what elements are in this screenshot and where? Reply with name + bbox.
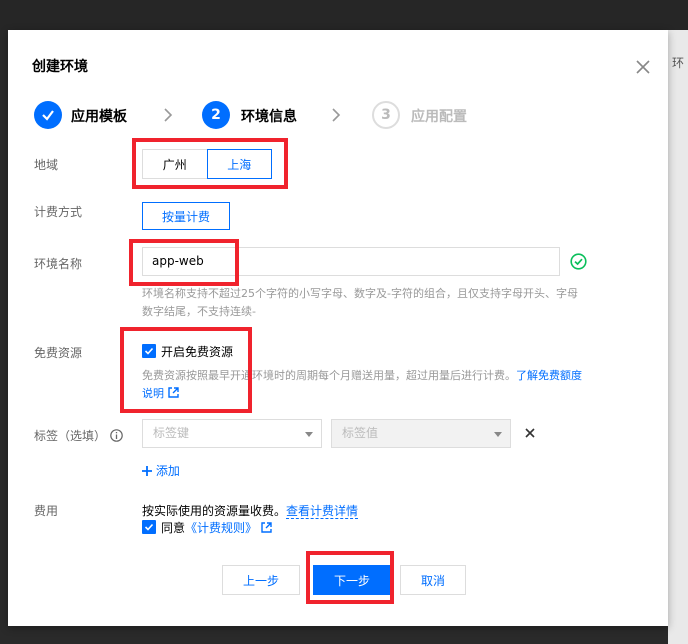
dialog-title: 创建环境 bbox=[32, 59, 88, 75]
step-arrow-icon bbox=[164, 108, 173, 122]
free-resource-checkbox-label: 开启免费资源 bbox=[161, 345, 234, 359]
tags-label-text: 标签（选填） bbox=[34, 429, 107, 443]
free-quota-link-cont[interactable]: 说明 bbox=[142, 387, 164, 400]
fee-text: 按实际使用的资源量收费。 bbox=[142, 504, 287, 518]
background-overlay-top bbox=[0, 0, 688, 30]
background-text: 环 bbox=[672, 56, 685, 70]
remove-tag-icon[interactable] bbox=[524, 427, 536, 439]
fee-description: 按实际使用的资源量收费。查看计费详情 bbox=[142, 502, 359, 519]
env-name-input[interactable]: app-web bbox=[142, 247, 560, 276]
close-icon[interactable] bbox=[634, 58, 652, 76]
tag-key-placeholder: 标签键 bbox=[153, 426, 190, 440]
step-2-number: 2 bbox=[202, 101, 230, 129]
next-step-button[interactable]: 下一步 bbox=[313, 565, 391, 595]
region-option-guangzhou[interactable]: 广州 bbox=[143, 150, 207, 178]
agree-label: 同意《计费规则》 bbox=[161, 519, 272, 536]
info-icon[interactable] bbox=[110, 429, 123, 442]
step-2-label: 环境信息 bbox=[241, 109, 297, 125]
region-option-shanghai[interactable]: 上海 bbox=[206, 149, 272, 179]
free-quota-link[interactable]: 了解免费额度 bbox=[516, 369, 582, 382]
region-selector: 广州 上海 bbox=[142, 149, 272, 179]
billing-pay-as-you-go-button[interactable]: 按量计费 bbox=[142, 202, 230, 230]
step-1-check-icon bbox=[34, 101, 62, 129]
tag-value-select: 标签值 bbox=[331, 419, 511, 448]
free-resource-checkbox[interactable] bbox=[142, 344, 156, 358]
region-label: 地域 bbox=[34, 158, 59, 172]
env-name-hint-line2: 数字结尾，不支持连续- bbox=[142, 305, 256, 318]
tags-label: 标签（选填） bbox=[34, 427, 123, 444]
agree-checkbox[interactable] bbox=[142, 520, 156, 534]
step-3-number: 3 bbox=[372, 101, 400, 129]
env-name-hint: 环境名称支持不超过25个字符的小写字母、数字及-字符的组合，且仅支持字母开头、字… bbox=[142, 285, 632, 321]
valid-check-icon bbox=[570, 253, 587, 270]
checkmark-icon bbox=[144, 347, 154, 355]
prev-step-button[interactable]: 上一步 bbox=[222, 565, 300, 595]
background-page-right bbox=[668, 30, 688, 644]
plus-icon bbox=[142, 466, 152, 476]
billing-label: 计费方式 bbox=[34, 205, 83, 219]
step-1-label: 应用模板 bbox=[71, 109, 127, 125]
chevron-down-icon bbox=[305, 432, 313, 437]
create-environment-dialog: 创建环境 应用模板 2 环境信息 3 应用配置 地域 广州 上海 计费方式 按量… bbox=[8, 30, 668, 626]
env-name-label: 环境名称 bbox=[34, 257, 83, 271]
free-resource-label: 免费资源 bbox=[34, 346, 83, 360]
free-resource-desc-text: 免费资源按照最早开通环境时的周期每个月赠送用量，超过用量后进行计费。 bbox=[142, 369, 516, 382]
chevron-down-icon bbox=[494, 432, 502, 437]
add-tag-button[interactable]: 添加 bbox=[142, 462, 180, 479]
fee-label: 费用 bbox=[34, 504, 59, 518]
add-tag-label: 添加 bbox=[155, 464, 180, 478]
checkmark-icon bbox=[144, 523, 154, 531]
external-link-icon[interactable] bbox=[261, 522, 272, 533]
tag-key-select[interactable]: 标签键 bbox=[142, 419, 322, 448]
step-3-label: 应用配置 bbox=[411, 109, 467, 125]
free-resource-desc: 免费资源按照最早开通环境时的周期每个月赠送用量，超过用量后进行计费。了解免费额度… bbox=[142, 367, 632, 403]
agree-text: 同意 bbox=[161, 521, 186, 535]
env-name-hint-line1: 环境名称支持不超过25个字符的小写字母、数字及-字符的组合，且仅支持字母开头、字… bbox=[142, 287, 578, 300]
external-link-icon[interactable] bbox=[168, 387, 179, 398]
tag-value-placeholder: 标签值 bbox=[342, 426, 379, 440]
cancel-button[interactable]: 取消 bbox=[400, 565, 466, 595]
billing-details-link[interactable]: 查看计费详情 bbox=[286, 504, 359, 519]
billing-rules-link[interactable]: 《计费规则》 bbox=[185, 521, 257, 535]
step-arrow-icon bbox=[332, 108, 341, 122]
